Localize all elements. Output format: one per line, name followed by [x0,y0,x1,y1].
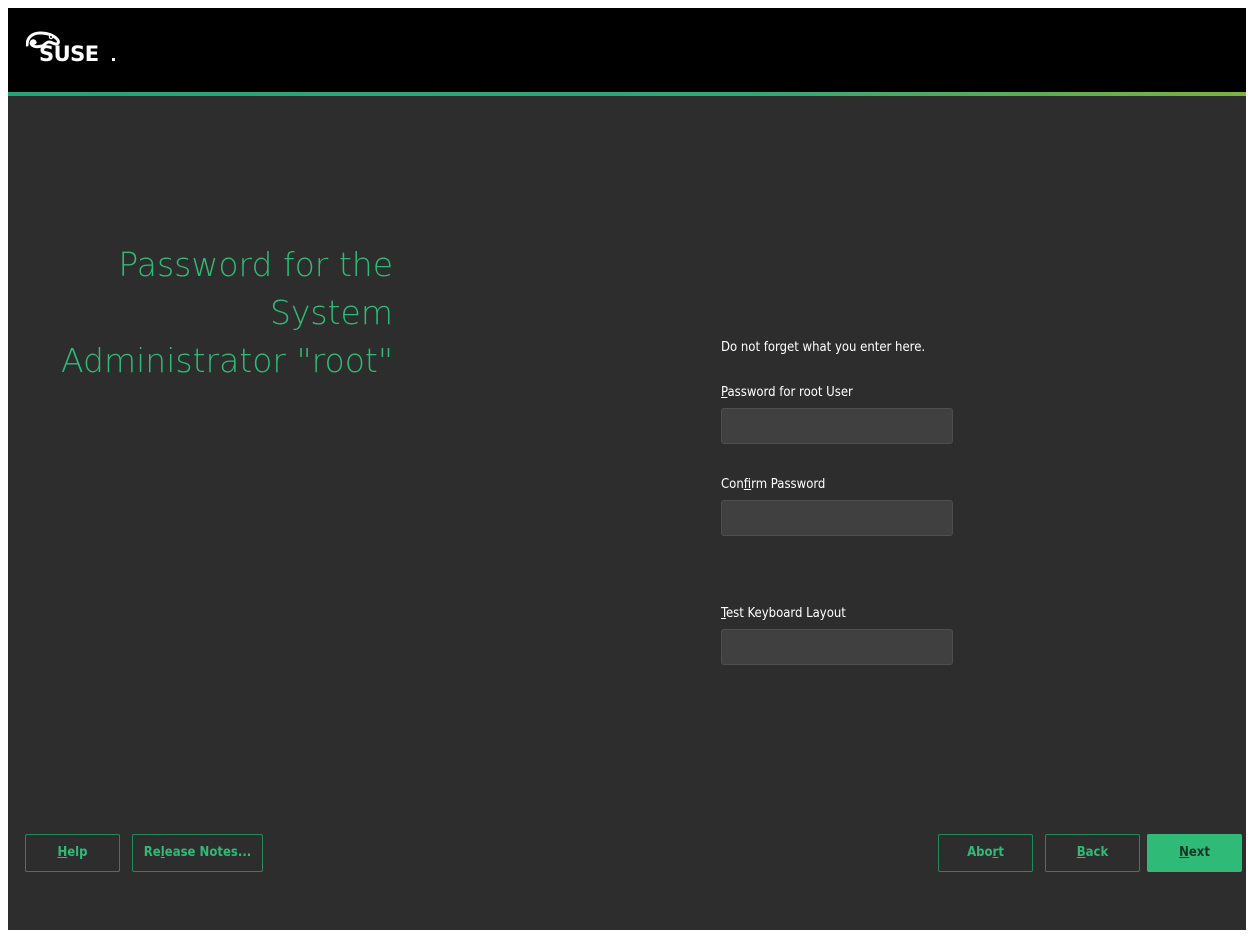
next-button[interactable]: Next [1147,834,1242,872]
test-keyboard-field[interactable] [721,629,953,665]
logo-wordmark: SUSE [39,42,99,66]
password-field[interactable] [721,408,953,444]
page-title-line: System [269,293,393,332]
release-notes-button[interactable]: Release Notes... [132,834,263,872]
top-bar: SUSE [8,8,1246,92]
suse-logo: SUSE [26,31,126,71]
page-title: Password for the System Administrator "r… [28,241,393,385]
installer-screen: SUSE Password for the System Administrat… [8,8,1246,930]
back-button[interactable]: Back [1045,834,1140,872]
test-keyboard-label: Test Keyboard Layout [721,606,846,621]
logo-dot [112,58,115,61]
password-label: Password for root User [721,385,853,400]
help-button[interactable]: Help [25,834,120,872]
header-accent-line [8,92,1246,96]
page-title-line: Password for the [118,245,393,284]
page-title-line: Administrator "root" [61,341,393,380]
confirm-password-field[interactable] [721,500,953,536]
confirm-password-label: Confirm Password [721,477,826,492]
password-hint: Do not forget what you enter here. [721,340,926,355]
abort-button[interactable]: Abort [938,834,1033,872]
